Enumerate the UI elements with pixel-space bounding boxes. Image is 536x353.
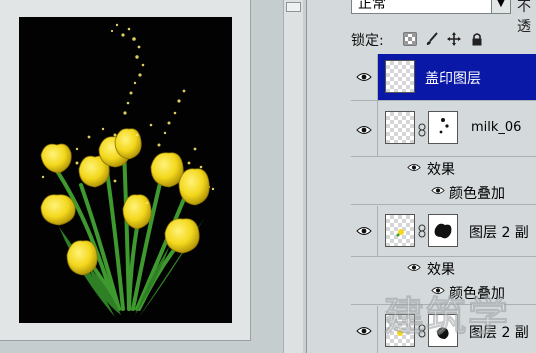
canvas-vertical-scrollbar[interactable]	[283, 0, 303, 353]
scrollbar-thumb[interactable]	[286, 2, 301, 12]
lock-transparent-icon[interactable]	[403, 32, 417, 46]
visibility-toggle[interactable]	[351, 101, 378, 156]
tulip-artwork	[40, 23, 215, 317]
blend-mode-value: 正常	[358, 0, 386, 12]
layer-name: 图层 2 副	[469, 225, 529, 241]
effects-label: 效果	[427, 162, 455, 178]
layer-row[interactable]: 盖印图层	[351, 54, 536, 101]
watermark: 建筑学	[380, 268, 536, 353]
link-chain-icon[interactable]	[418, 123, 426, 137]
layer-row[interactable]: 图层 2 副	[351, 206, 536, 257]
eye-icon	[356, 73, 372, 81]
eye-icon[interactable]	[431, 186, 445, 195]
lock-move-icon[interactable]	[447, 32, 461, 46]
layer-name: 盖印图层	[425, 71, 481, 87]
effects-row[interactable]: 效果	[351, 157, 536, 179]
eye-icon	[356, 227, 372, 235]
eye-icon	[356, 327, 372, 335]
eye-icon	[356, 126, 372, 134]
eye-icon[interactable]	[407, 163, 421, 172]
visibility-toggle[interactable]	[351, 206, 378, 256]
lock-label: 锁定:	[351, 33, 384, 49]
lock-all-icon[interactable]	[470, 32, 484, 46]
mask-shape	[434, 223, 452, 239]
effect-item-row[interactable]: 颜色叠加	[351, 180, 536, 205]
layer-mask-thumbnail[interactable]	[428, 111, 458, 144]
layer-thumbnail[interactable]	[385, 60, 415, 93]
mask-shape	[439, 118, 449, 134]
layer-row[interactable]: milk_06	[351, 101, 536, 157]
layer-thumbnail[interactable]	[385, 111, 415, 144]
link-chain-icon[interactable]	[418, 224, 426, 238]
lock-row: 锁定:	[307, 26, 536, 52]
watermark-text: 建筑学	[384, 294, 510, 341]
document-window	[0, 0, 251, 341]
layer-content-preview	[396, 229, 404, 237]
blend-mode-select[interactable]: 正常 ▼	[351, 0, 511, 14]
effect-name: 颜色叠加	[449, 186, 505, 202]
layer-thumbnail[interactable]	[385, 214, 415, 247]
visibility-toggle[interactable]	[351, 54, 378, 100]
layer-mask-thumbnail[interactable]	[428, 214, 458, 247]
document-image[interactable]	[19, 17, 232, 323]
layer-name: milk_06	[471, 120, 522, 135]
visibility-toggle[interactable]	[351, 306, 378, 353]
lock-brush-icon[interactable]	[425, 32, 439, 46]
chevron-down-icon[interactable]: ▼	[491, 0, 510, 13]
canvas-area	[0, 0, 303, 353]
